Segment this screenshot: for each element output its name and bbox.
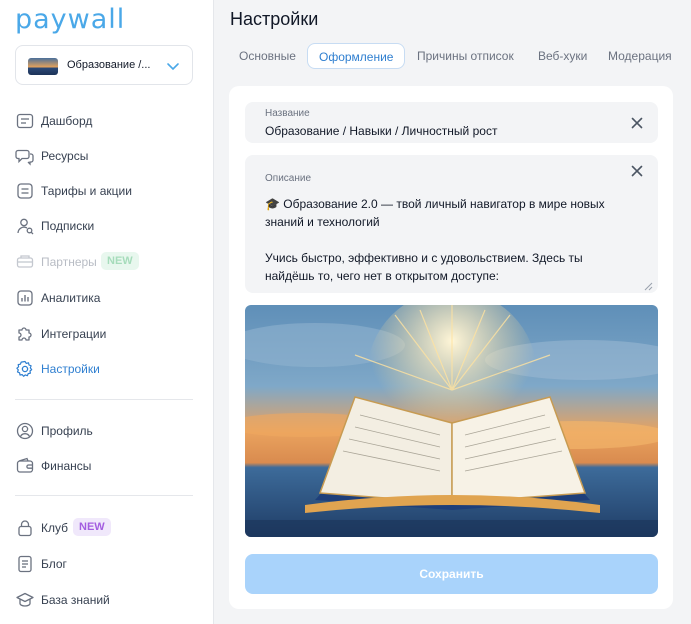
sidebar-item-label: Настройки — [41, 362, 100, 376]
save-button[interactable]: Сохранить — [245, 554, 658, 594]
new-badge: NEW — [101, 252, 139, 270]
sidebar-item-analytics[interactable]: Аналитика — [15, 287, 205, 309]
settings-card: Название Образование / Навыки / Личностн… — [229, 86, 673, 609]
resize-handle-icon[interactable] — [643, 278, 653, 291]
new-badge: NEW — [73, 518, 111, 536]
page-title: Настройки — [230, 9, 319, 29]
graduation-cap-icon — [15, 590, 35, 610]
sidebar-divider — [15, 495, 193, 496]
close-icon[interactable] — [630, 164, 644, 178]
sidebar-item-club[interactable]: Клуб NEW — [15, 517, 205, 539]
sidebar-item-tariffs[interactable]: Тарифы и акции — [15, 180, 205, 202]
project-name: Образование /... — [67, 59, 151, 71]
sidebar-item-subscriptions[interactable]: Подписки — [15, 215, 205, 237]
name-field[interactable]: Название Образование / Навыки / Личностн… — [245, 102, 658, 143]
sidebar-item-blog[interactable]: Блог — [15, 553, 205, 575]
sidebar-item-integrations[interactable]: Интеграции — [15, 323, 205, 345]
sidebar: paywall Образование /... Дашборд Ресурсы… — [0, 0, 214, 624]
gear-icon — [15, 359, 35, 379]
chat-bubbles-icon — [15, 146, 35, 166]
user-search-icon — [15, 216, 35, 236]
sidebar-divider — [15, 399, 193, 400]
dashboard-icon — [15, 111, 35, 131]
close-icon[interactable] — [630, 116, 644, 130]
description-field[interactable]: Описание 🎓 Образование 2.0 — твой личный… — [245, 155, 658, 293]
name-label: Название — [265, 108, 310, 119]
sidebar-item-label: Тарифы и акции — [41, 184, 132, 198]
description-label: Описание — [265, 173, 312, 184]
sidebar-item-partners[interactable]: Партнеры NEW — [15, 251, 205, 273]
tab-unsubscribe-reasons[interactable]: Причины отписок — [417, 43, 514, 69]
chevron-down-icon — [166, 59, 180, 78]
truck-icon — [15, 252, 35, 272]
sidebar-item-label: Профиль — [41, 424, 93, 438]
name-input[interactable]: Образование / Навыки / Личностный рост — [265, 124, 497, 138]
sidebar-item-knowledge-base[interactable]: База знаний — [15, 589, 205, 611]
sidebar-item-finances[interactable]: Финансы — [15, 455, 205, 477]
sidebar-item-label: База знаний — [41, 593, 110, 607]
sidebar-item-dashboard[interactable]: Дашборд — [15, 110, 205, 132]
list-icon — [15, 181, 35, 201]
wallet-icon — [15, 456, 35, 476]
app-logo[interactable]: paywall — [15, 4, 125, 35]
sidebar-item-settings[interactable]: Настройки — [15, 358, 205, 380]
sidebar-item-label: Партнеры — [41, 255, 97, 269]
sidebar-item-label: Клуб — [41, 521, 68, 535]
tab-main[interactable]: Основные — [239, 43, 296, 69]
tab-webhooks[interactable]: Веб-хуки — [538, 43, 587, 69]
sidebar-item-label: Ресурсы — [41, 149, 89, 163]
tab-moderation[interactable]: Модерация — [608, 43, 672, 69]
project-thumbnail — [28, 58, 58, 75]
sidebar-item-label: Подписки — [41, 219, 95, 233]
sidebar-item-profile[interactable]: Профиль — [15, 420, 205, 442]
description-textarea[interactable]: 🎓 Образование 2.0 — твой личный навигато… — [265, 195, 605, 285]
sidebar-item-label: Блог — [41, 557, 67, 571]
user-circle-icon — [15, 421, 35, 441]
sidebar-item-label: Интеграции — [41, 327, 107, 341]
lock-icon — [15, 518, 35, 538]
sidebar-item-label: Аналитика — [41, 291, 101, 305]
sidebar-item-label: Дашборд — [41, 114, 93, 128]
document-icon — [15, 554, 35, 574]
chart-icon — [15, 288, 35, 308]
tab-appearance[interactable]: Оформление — [307, 43, 406, 69]
sidebar-item-label: Финансы — [41, 459, 92, 473]
puzzle-icon — [15, 324, 35, 344]
cover-image[interactable] — [245, 305, 658, 537]
project-select[interactable]: Образование /... — [15, 45, 193, 85]
sidebar-item-resources[interactable]: Ресурсы — [15, 145, 205, 167]
